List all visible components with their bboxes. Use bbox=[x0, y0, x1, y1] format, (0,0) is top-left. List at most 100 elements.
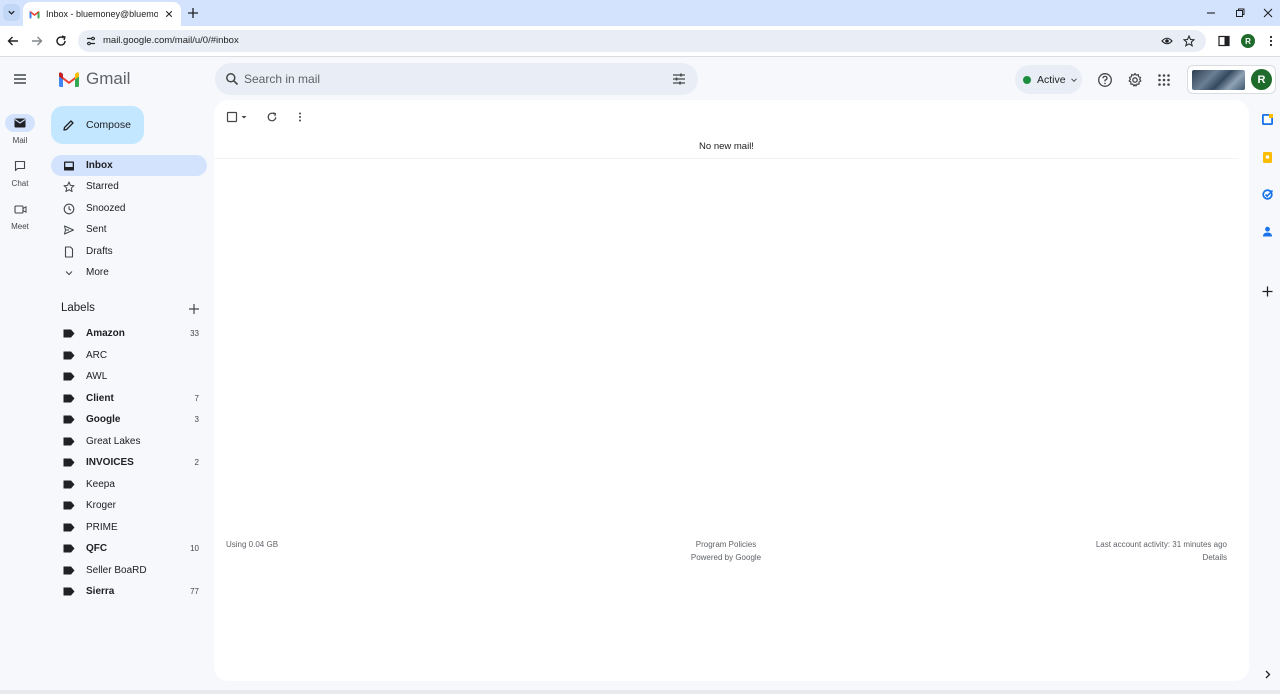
label-name: Sierra bbox=[86, 586, 115, 597]
tab-search-button[interactable] bbox=[3, 4, 20, 21]
browser-tab-inbox[interactable]: Inbox - bluemoney@bluemoney bbox=[23, 2, 181, 26]
reload-button[interactable] bbox=[54, 34, 68, 48]
program-policies-link[interactable]: Program Policies bbox=[626, 540, 826, 549]
star-icon bbox=[63, 181, 75, 192]
reload-icon bbox=[56, 35, 66, 46]
nav-item-sent[interactable]: Sent bbox=[51, 219, 207, 240]
calendar-icon[interactable] bbox=[1261, 113, 1274, 126]
status-selector[interactable]: Active bbox=[1015, 65, 1082, 94]
search-icon[interactable] bbox=[225, 72, 239, 86]
nav-item-snoozed[interactable]: Snoozed bbox=[51, 198, 207, 219]
label-name: Client bbox=[86, 393, 114, 404]
address-bar[interactable]: mail.google.com/mail/u/0/#inbox bbox=[78, 30, 1206, 52]
settings-button[interactable] bbox=[1127, 72, 1143, 88]
label-count: 3 bbox=[194, 415, 199, 424]
label-name: ARC bbox=[86, 350, 108, 361]
label-tag-icon bbox=[63, 501, 75, 510]
new-tab-button[interactable] bbox=[186, 6, 200, 20]
close-icon bbox=[1263, 8, 1273, 18]
label-count: 33 bbox=[190, 329, 199, 338]
label-item[interactable]: PRIME bbox=[51, 517, 207, 538]
chevron-down-icon bbox=[65, 270, 73, 275]
forward-button[interactable] bbox=[30, 34, 44, 48]
more-vert-icon bbox=[1269, 35, 1273, 47]
video-icon bbox=[13, 204, 26, 214]
chat-icon bbox=[14, 160, 26, 172]
main-menu-button[interactable] bbox=[12, 71, 28, 87]
hamburger-menu-icon bbox=[14, 74, 26, 84]
chevron-right-icon[interactable] bbox=[1261, 668, 1274, 681]
contacts-icon[interactable] bbox=[1261, 225, 1274, 238]
label-item[interactable]: QFC 10 bbox=[51, 538, 207, 559]
label-item[interactable]: Amazon 33 bbox=[51, 323, 207, 344]
tasks-icon[interactable] bbox=[1261, 188, 1274, 201]
nav-item-inbox[interactable]: Inbox bbox=[51, 155, 207, 176]
compose-button[interactable]: Compose bbox=[51, 106, 144, 144]
tab-title: Inbox - bluemoney@bluemoney bbox=[46, 9, 158, 19]
more-vert-icon[interactable] bbox=[294, 111, 306, 123]
rail-item-mail[interactable]: Mail bbox=[0, 114, 40, 145]
rail-item-chat[interactable]: Chat bbox=[0, 157, 40, 188]
refresh-icon[interactable] bbox=[266, 111, 278, 123]
activity-details-link[interactable]: Details bbox=[1203, 553, 1227, 562]
label-name: Seller BoaRD bbox=[86, 565, 147, 576]
mail-icon bbox=[14, 118, 26, 128]
side-panel-icon bbox=[1218, 35, 1230, 47]
send-icon bbox=[64, 225, 74, 234]
label-item[interactable]: Keepa bbox=[51, 474, 207, 495]
minimize-button[interactable] bbox=[1204, 6, 1218, 20]
label-item[interactable]: Great Lakes bbox=[51, 431, 207, 452]
help-icon bbox=[1098, 73, 1112, 87]
tracking-eye-icon[interactable] bbox=[1161, 35, 1173, 47]
select-dropdown-icon[interactable] bbox=[240, 111, 248, 123]
restore-button[interactable] bbox=[1233, 6, 1247, 20]
label-tag-icon bbox=[63, 458, 75, 467]
nav-item-starred[interactable]: Starred bbox=[51, 176, 207, 197]
account-banner-image bbox=[1192, 70, 1245, 90]
search-options-icon[interactable] bbox=[672, 72, 686, 86]
gmail-wordmark: Gmail bbox=[86, 69, 131, 88]
label-tag-icon bbox=[63, 587, 75, 596]
select-checkbox-icon[interactable] bbox=[226, 111, 238, 123]
support-button[interactable] bbox=[1097, 72, 1113, 88]
label-tag-icon bbox=[63, 544, 75, 553]
label-name: QFC bbox=[86, 543, 108, 554]
arrow-left-icon bbox=[7, 36, 18, 46]
label-name: AWL bbox=[86, 371, 108, 382]
bookmark-star-icon[interactable] bbox=[1183, 35, 1195, 47]
create-label-button[interactable] bbox=[188, 303, 200, 315]
label-item[interactable]: Google 3 bbox=[51, 409, 207, 430]
label-item[interactable]: AWL bbox=[51, 366, 207, 387]
label-tag-icon bbox=[63, 329, 75, 338]
nav-label: Starred bbox=[86, 181, 119, 192]
label-item[interactable]: Kroger bbox=[51, 495, 207, 516]
rail-item-meet[interactable]: Meet bbox=[0, 200, 40, 231]
search-bar[interactable] bbox=[215, 63, 698, 95]
gmail-favicon-icon bbox=[29, 10, 40, 18]
back-button[interactable] bbox=[6, 34, 20, 48]
nav-item-more[interactable]: More bbox=[51, 262, 207, 283]
last-account-activity: Last account activity: 31 minutes ago bbox=[1095, 540, 1227, 549]
label-item[interactable]: Sierra 77 bbox=[51, 581, 207, 602]
label-item[interactable]: INVOICES 2 bbox=[51, 452, 207, 473]
keep-icon[interactable] bbox=[1261, 151, 1274, 164]
site-info-icon[interactable] bbox=[85, 35, 97, 47]
label-item[interactable]: Client 7 bbox=[51, 388, 207, 409]
browser-profile-avatar[interactable]: R bbox=[1241, 34, 1255, 48]
close-window-button[interactable] bbox=[1261, 6, 1275, 20]
browser-menu-button[interactable] bbox=[1264, 34, 1278, 48]
side-panel-button[interactable] bbox=[1217, 34, 1231, 48]
status-dot bbox=[1023, 75, 1031, 84]
label-item[interactable]: ARC bbox=[51, 345, 207, 366]
tab-close-button[interactable] bbox=[163, 8, 175, 20]
label-item[interactable]: Seller BoaRD bbox=[51, 560, 207, 581]
label-count: 10 bbox=[190, 544, 199, 553]
gmail-logo-icon[interactable] bbox=[58, 71, 80, 88]
search-input[interactable] bbox=[244, 69, 664, 89]
apps-button[interactable] bbox=[1156, 72, 1172, 88]
label-name: INVOICES bbox=[86, 457, 134, 468]
nav-item-drafts[interactable]: Drafts bbox=[51, 241, 207, 262]
get-addons-plus-icon[interactable] bbox=[1261, 285, 1274, 298]
storage-usage[interactable]: Using 0.04 GB bbox=[226, 540, 278, 549]
account-switcher[interactable]: R bbox=[1187, 65, 1276, 94]
